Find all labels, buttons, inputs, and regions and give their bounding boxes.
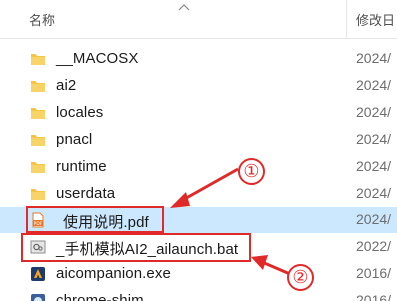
- file-date: 2024/: [356, 50, 392, 66]
- folder-icon: [31, 189, 45, 200]
- sort-chevron-icon[interactable]: [178, 3, 190, 12]
- file-row-locales[interactable]: locales 2024/: [0, 100, 397, 126]
- file-date: 2024/: [356, 131, 392, 147]
- file-row-chrome-shim[interactable]: chrome-shim 2016/: [0, 288, 397, 301]
- file-date: 2024/: [356, 104, 392, 120]
- highlight-box-pdf: [26, 206, 164, 233]
- file-name: userdata: [56, 185, 116, 202]
- file-name: aicompanion.exe: [56, 265, 171, 282]
- folder-icon: [31, 162, 45, 173]
- file-name: __MACOSX: [56, 50, 139, 67]
- exe-icon: [31, 267, 45, 281]
- file-row-aicompanion[interactable]: aicompanion.exe 2016/: [0, 261, 397, 287]
- file-date: 2016/: [356, 265, 392, 281]
- column-divider[interactable]: [346, 0, 347, 38]
- file-explorer: 名称 修改日 __MACOSX 2024/ ai2 2024/ locales …: [0, 0, 397, 301]
- file-name: runtime: [56, 158, 107, 175]
- column-date-header[interactable]: 修改日: [356, 10, 395, 29]
- annotation-badge-2: ②: [287, 264, 314, 291]
- file-date: 2024/: [356, 211, 392, 227]
- file-name: ai2: [56, 77, 77, 94]
- exe-icon: [31, 294, 45, 301]
- file-row-macosx[interactable]: __MACOSX 2024/: [0, 46, 397, 72]
- file-date: 2024/: [356, 185, 392, 201]
- file-name: locales: [56, 104, 104, 121]
- file-name: pnacl: [56, 131, 93, 148]
- highlight-box-bat: [21, 233, 251, 262]
- file-row-ai2[interactable]: ai2 2024/: [0, 73, 397, 99]
- file-date: 2022/: [356, 238, 392, 254]
- annotation-badge-1: ①: [238, 158, 265, 185]
- file-row-pnacl[interactable]: pnacl 2024/: [0, 127, 397, 153]
- column-header: 名称 修改日: [0, 0, 397, 39]
- folder-icon: [31, 135, 45, 146]
- file-date: 2024/: [356, 158, 392, 174]
- file-row-userdata[interactable]: userdata 2024/: [0, 181, 397, 207]
- folder-icon: [31, 108, 45, 119]
- folder-icon: [31, 54, 45, 65]
- file-date: 2016/: [356, 292, 392, 301]
- folder-icon: [31, 81, 45, 92]
- file-row-runtime[interactable]: runtime 2024/: [0, 154, 397, 180]
- column-name-header[interactable]: 名称: [29, 10, 55, 29]
- file-name: chrome-shim: [56, 292, 144, 301]
- file-date: 2024/: [356, 77, 392, 93]
